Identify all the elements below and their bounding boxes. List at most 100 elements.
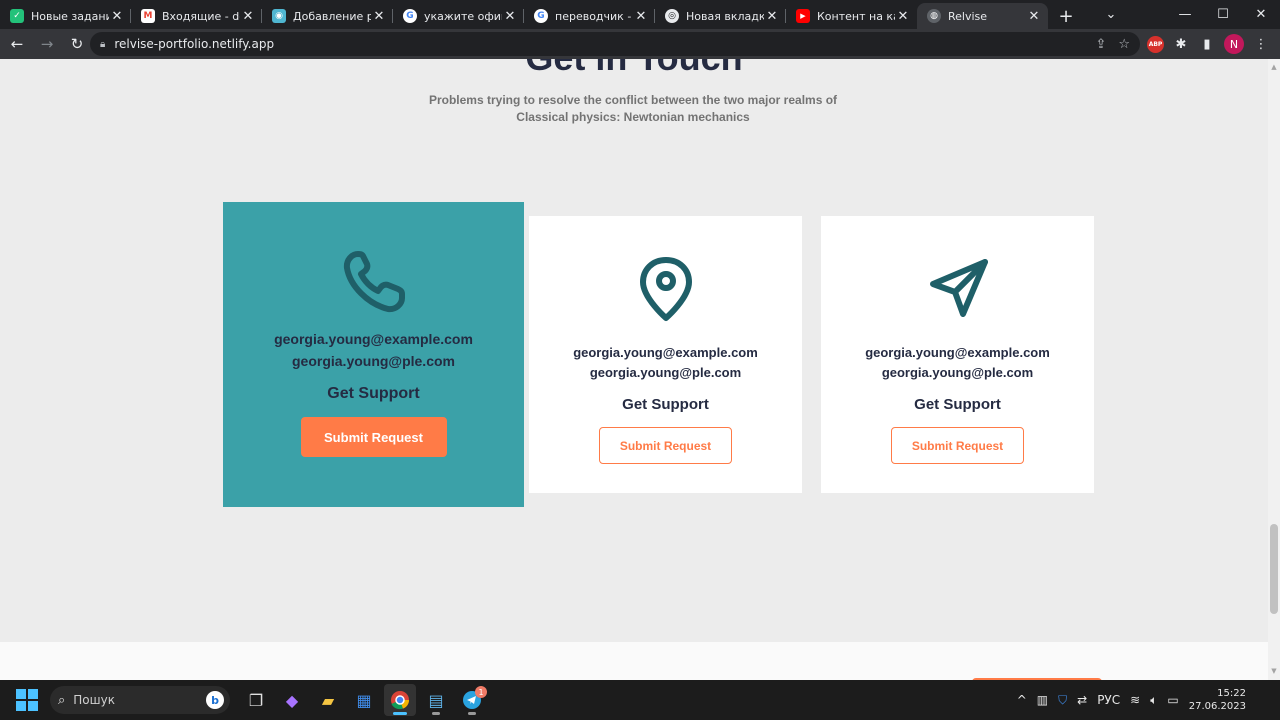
chrome-taskbar-icon[interactable] xyxy=(384,684,416,716)
security-shield-icon[interactable]: ⛉ xyxy=(1058,693,1067,708)
battery-icon[interactable]: ▭ xyxy=(1167,693,1178,707)
taskbar-clock[interactable]: 15:22 27.06.2023 xyxy=(1189,687,1246,713)
bing-icon[interactable]: b xyxy=(206,691,224,709)
window-controls: ⌄ — ☐ ✕ xyxy=(1092,0,1280,29)
tab-label: укажите официал xyxy=(424,9,502,23)
side-panel-icon[interactable]: ▮ xyxy=(1198,37,1216,52)
browser-toolbar: ← → ↻ 🔒︎ relvise-portfolio.netlify.app ⇪… xyxy=(0,29,1280,59)
youtube-favicon-icon: ▶ xyxy=(796,9,810,23)
start-windows-icon[interactable] xyxy=(16,689,38,711)
notepad-icon[interactable]: ▤ xyxy=(420,684,452,716)
wifi-icon[interactable]: ≋ xyxy=(1130,693,1140,707)
profile-avatar[interactable]: N xyxy=(1224,34,1244,54)
address-bar[interactable]: 🔒︎ relvise-portfolio.netlify.app ⇪ ☆ xyxy=(90,32,1140,56)
forward-arrow-icon[interactable]: → xyxy=(34,31,60,57)
audio-meter-icon[interactable]: ▥ xyxy=(1037,693,1048,707)
task-view-icon[interactable]: ❐ xyxy=(240,684,272,716)
submit-request-button[interactable]: Submit Request xyxy=(891,427,1024,464)
contact-email: georgia.young@example.com xyxy=(865,345,1050,360)
contact-card-send: georgia.young@example.com georgia.young@… xyxy=(821,216,1094,493)
system-tray: ^ ▥ ⛉ ⇄ РУС ≋ 🔈︎ ▭ 15:22 27.06.2023 xyxy=(1017,680,1280,720)
search-placeholder: Пошук xyxy=(73,693,115,707)
tab-adding-work[interactable]: ◉ Добавление рабо ✕ xyxy=(262,3,393,29)
page-title: Get in Touch xyxy=(0,59,1268,79)
close-tab-icon[interactable]: ✕ xyxy=(1026,9,1042,24)
volume-icon[interactable]: 🔈︎ xyxy=(1150,693,1157,708)
clock-time: 15:22 xyxy=(1217,688,1246,699)
close-tab-icon[interactable]: ✕ xyxy=(371,9,387,24)
back-arrow-icon[interactable]: ← xyxy=(4,31,30,57)
tab-new-tasks[interactable]: ✓ Новые задания ✕ xyxy=(0,3,131,29)
share-icon[interactable]: ⇪ xyxy=(1095,37,1106,52)
app-favicon-icon: ◉ xyxy=(272,9,286,23)
tab-search-chevron-icon[interactable]: ⌄ xyxy=(1092,0,1130,29)
web-page: Get in Touch Problems trying to resolve … xyxy=(0,59,1268,680)
chrome-favicon-icon: ◎ xyxy=(665,9,679,23)
minimize-icon[interactable]: — xyxy=(1166,0,1204,29)
close-tab-icon[interactable]: ✕ xyxy=(109,9,125,24)
new-tab-button[interactable]: + xyxy=(1052,3,1080,29)
tab-label: Новая вкладка xyxy=(686,9,764,23)
send-icon xyxy=(925,253,991,325)
tab-inbox[interactable]: M Входящие - devel ✕ xyxy=(131,3,262,29)
close-tab-icon[interactable]: ✕ xyxy=(502,9,518,24)
adblock-plus-icon[interactable]: ABP xyxy=(1147,35,1164,53)
tab-label: Новые задания xyxy=(31,9,109,23)
tab-label: Relvise xyxy=(948,9,988,23)
calendar-app-icon[interactable]: ▦ xyxy=(348,684,380,716)
contact-email-secondary: georgia.young@ple.com xyxy=(291,353,455,369)
close-tab-icon[interactable]: ✕ xyxy=(240,9,256,24)
tab-relvise[interactable]: ◍ Relvise ✕ xyxy=(917,3,1048,29)
submit-request-button[interactable]: Submit Request xyxy=(300,417,447,457)
reload-icon[interactable]: ↻ xyxy=(64,31,90,57)
copilot-icon[interactable]: ◆ xyxy=(276,684,308,716)
page-scrollbar[interactable]: ▲ ▼ xyxy=(1268,59,1280,680)
contact-email: georgia.young@example.com xyxy=(274,331,473,347)
next-section xyxy=(0,642,1268,680)
taskbar-search[interactable]: ⌕ Пошук b xyxy=(50,686,230,714)
browser-tab-strip: ✓ Новые задания ✕ M Входящие - devel ✕ ◉… xyxy=(0,0,1280,29)
page-subtitle: Problems trying to resolve the conflict … xyxy=(428,93,838,124)
tab-label: Добавление рабо xyxy=(293,9,371,23)
telegram-icon[interactable]: 1 xyxy=(456,684,488,716)
tab-label: переводчик - По xyxy=(555,9,633,23)
close-tab-icon[interactable]: ✕ xyxy=(633,9,649,24)
search-icon: ⌕ xyxy=(58,692,66,708)
extensions-puzzle-icon[interactable]: ✱ xyxy=(1172,37,1190,52)
language-indicator[interactable]: РУС xyxy=(1097,693,1120,707)
show-hidden-icons-chevron-icon[interactable]: ^ xyxy=(1017,693,1027,707)
bookmark-star-icon[interactable]: ☆ xyxy=(1118,37,1130,52)
tab-label: Контент на канал xyxy=(817,9,895,23)
contact-email-secondary: georgia.young@ple.com xyxy=(881,365,1034,380)
gmail-favicon-icon: M xyxy=(141,9,155,23)
chrome-menu-icon[interactable]: ⋮ xyxy=(1252,37,1270,52)
scrollbar-thumb[interactable] xyxy=(1270,524,1278,614)
taskbar-apps: ❐ ◆ ▰ ▦ ▤ 1 xyxy=(240,684,488,716)
clock-date: 27.06.2023 xyxy=(1188,701,1246,712)
tab-youtube[interactable]: ▶ Контент на канал ✕ xyxy=(786,3,917,29)
notification-badge: 1 xyxy=(475,686,487,698)
maximize-icon[interactable]: ☐ xyxy=(1204,0,1242,29)
tab-label: Входящие - devel xyxy=(162,9,240,23)
lock-icon[interactable]: 🔒︎ xyxy=(100,39,105,50)
contact-email: georgia.young@example.com xyxy=(573,345,758,360)
network-adapter-icon[interactable]: ⇄ xyxy=(1077,693,1087,707)
contact-email-secondary: georgia.young@ple.com xyxy=(589,365,742,380)
card-heading: Get Support xyxy=(914,396,1001,413)
close-tab-icon[interactable]: ✕ xyxy=(764,9,780,24)
google-favicon-icon: G xyxy=(534,9,548,23)
globe-favicon-icon: ◍ xyxy=(927,9,941,23)
tab-google-search-1[interactable]: G укажите официал ✕ xyxy=(393,3,524,29)
submit-request-button[interactable]: Submit Request xyxy=(599,427,732,464)
extensions-area: ABP ✱ ▮ N ⋮ xyxy=(1147,29,1280,59)
url-text[interactable]: relvise-portfolio.netlify.app xyxy=(114,37,274,51)
location-pin-icon xyxy=(636,253,696,325)
scroll-up-arrow-icon[interactable]: ▲ xyxy=(1268,63,1280,71)
tab-google-search-2[interactable]: G переводчик - По ✕ xyxy=(524,3,655,29)
file-explorer-icon[interactable]: ▰ xyxy=(312,684,344,716)
chrome-logo-icon xyxy=(391,691,409,710)
scroll-down-arrow-icon[interactable]: ▼ xyxy=(1268,667,1280,675)
tab-new-tab[interactable]: ◎ Новая вкладка ✕ xyxy=(655,3,786,29)
close-window-icon[interactable]: ✕ xyxy=(1242,0,1280,29)
close-tab-icon[interactable]: ✕ xyxy=(895,9,911,24)
